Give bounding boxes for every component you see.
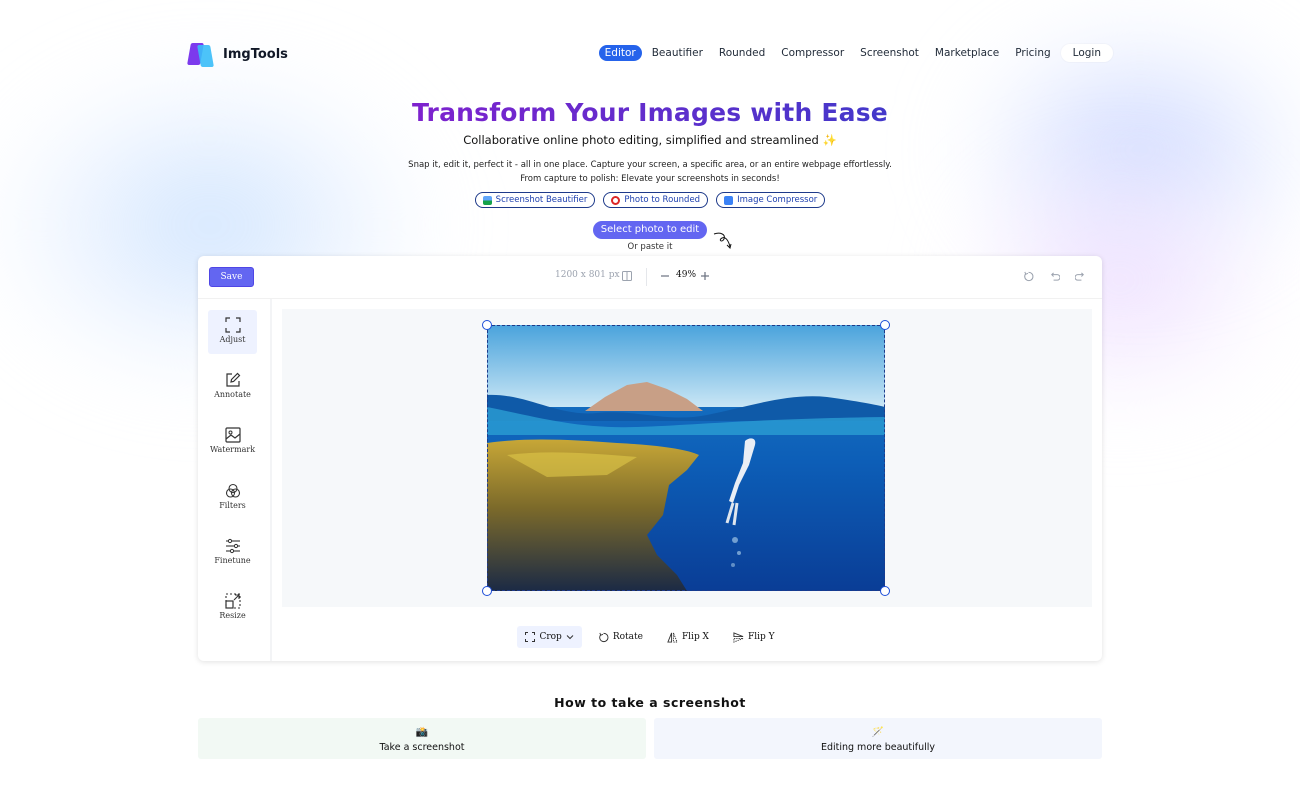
toolbar-divider-line [198,298,1102,299]
select-photo-button[interactable]: Select photo to edit [593,221,707,239]
tool-label: Watermark [209,445,256,454]
save-button[interactable]: Save [209,267,254,287]
tool-label: Annotate [214,390,251,399]
tool-resize[interactable]: Resize [208,586,257,630]
tool-label: Resize [219,611,246,620]
tool-finetune[interactable]: Finetune [208,531,257,575]
zoom-in-icon[interactable] [700,271,710,281]
brand-logo[interactable]: ImgTools [187,41,288,67]
rotate-button[interactable]: Rotate [590,626,651,648]
nav-compressor[interactable]: Compressor [775,45,850,61]
nav-editor[interactable]: Editor [598,45,642,61]
lifebuoy-icon [611,195,621,205]
nav-pricing[interactable]: Pricing [1009,45,1056,61]
crop-dropdown[interactable]: Crop [517,626,582,648]
how-to-title: How to take a screenshot [554,695,746,710]
image-icon [224,427,241,443]
flip-x-button[interactable]: Flip X [659,626,717,648]
toolbar-divider [646,268,647,286]
hero-description-line-1: Snap it, edit it, perfect it - all in on… [408,160,892,170]
chip-label: Photo to Rounded [624,195,701,205]
top-nav: ImgTools Editor Beautifier Rounded Compr… [187,39,1113,67]
feature-links: Screenshot Beautifier Photo to Rounded I… [0,192,1300,208]
undo-icon[interactable] [1049,271,1060,282]
nav-screenshot[interactable]: Screenshot [854,45,925,61]
hero-title: Transform Your Images with Ease [412,98,888,127]
nav-rounded[interactable]: Rounded [713,45,771,61]
step-card-editing: 🪄 Editing more beautifully [654,718,1102,759]
circles-icon [225,483,240,498]
zoom-out-icon[interactable] [660,271,670,281]
download-icon [724,195,734,205]
tool-label: Adjust [219,335,246,344]
flip-y-button[interactable]: Flip Y [725,626,783,648]
hero-subtitle: Collaborative online photo editing, simp… [463,133,837,147]
redo-icon[interactable] [1075,271,1086,282]
photo-canvas[interactable] [482,320,890,596]
rotate-label: Rotate [612,632,643,642]
step-label: Take a screenshot [379,742,465,753]
step-card-take-screenshot: 📸 Take a screenshot [198,718,646,759]
sliders-icon [225,538,240,554]
nav-links: Editor Beautifier Rounded Compressor Scr… [598,44,1113,62]
crop-handle-bottom-right[interactable] [880,586,890,596]
reset-icon[interactable] [1023,271,1034,282]
pencil-square-icon [225,372,240,387]
login-button[interactable]: Login [1060,44,1113,62]
zoom-level: 49% [676,270,697,280]
compare-icon[interactable] [622,271,632,281]
crop-frame-icon [525,632,536,642]
paste-hint: Or paste it [627,242,673,252]
chip-label: Image Compressor [737,195,818,205]
magic-wand-icon: 🪄 [871,727,885,738]
flip-y-icon [733,631,744,643]
flip-y-label: Flip Y [747,632,775,642]
nav-marketplace[interactable]: Marketplace [929,45,1005,61]
flip-x-label: Flip X [681,632,709,642]
crop-label: Crop [539,632,562,642]
chip-label: Screenshot Beautifier [495,195,588,205]
hero-description-line-2: From capture to polish: Elevate your scr… [520,174,780,184]
tool-annotate[interactable]: Annotate [208,365,257,409]
brand-name: ImgTools [223,46,288,62]
crop-frame-icon [224,317,241,333]
crop-handle-top-left[interactable] [482,320,492,330]
rotate-icon [599,632,609,642]
tool-adjust[interactable]: Adjust [208,310,257,354]
curly-arrow-icon [713,232,732,249]
crop-handle-top-right[interactable] [880,320,890,330]
flip-x-icon [667,632,678,643]
logo-icon [187,41,215,67]
hero-description: Snap it, edit it, perfect it - all in on… [0,158,1300,186]
side-toolbar: Adjust Annotate Watermark Filters Finetu… [198,299,272,661]
image-dimensions: 1200 x 801 px [555,270,620,280]
tool-label: Finetune [214,556,251,565]
step-label: Editing more beautifully [820,742,936,753]
resize-icon [224,593,241,609]
crop-handle-bottom-left[interactable] [482,586,492,596]
camera-flash-icon: 📸 [415,727,429,738]
tool-watermark[interactable]: Watermark [208,420,257,464]
image-icon [482,195,492,205]
tool-label: Filters [219,501,246,510]
image-editor: Save 1200 x 801 px 49% Adjust Annotate W… [198,256,1102,661]
nav-beautifier[interactable]: Beautifier [646,45,709,61]
chip-photo-to-rounded[interactable]: Photo to Rounded [603,192,709,208]
crop-frame[interactable] [487,325,885,591]
adjust-toolbar: Crop Rotate Flip X Flip Y [198,626,1102,648]
chip-image-compressor[interactable]: Image Compressor [716,192,826,208]
chip-screenshot-beautifier[interactable]: Screenshot Beautifier [474,192,596,208]
tool-filters[interactable]: Filters [208,476,257,520]
viewport-bottom [0,759,1300,788]
chevron-down-icon [566,635,574,640]
